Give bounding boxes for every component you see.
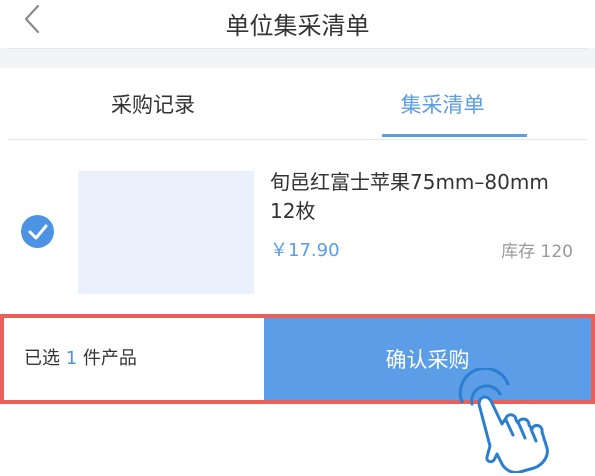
selected-count: 1: [65, 348, 78, 369]
nav-bar: 单位集采清单: [0, 0, 595, 48]
product-price: ￥17.90: [270, 240, 340, 261]
tab-group-purchase-list[interactable]: 集采清单: [298, 68, 587, 140]
product-name[interactable]: 旬邑红富士苹果75mm–80mm 12枚: [270, 168, 590, 226]
checkmark-icon: [28, 224, 47, 239]
product-stock: 库存 120: [501, 237, 573, 262]
header-divider-band: [0, 48, 595, 68]
selected-suffix: 件产品: [82, 348, 137, 369]
tap-hand-icon: [458, 368, 549, 473]
product-name-line2: 12枚: [270, 199, 316, 223]
tab-purchase-records[interactable]: 采购记录: [8, 68, 298, 140]
product-name-line1: 旬邑红富士苹果75mm–80mm: [270, 170, 549, 194]
page-title: 单位集采清单: [225, 12, 370, 40]
item-checkbox[interactable]: [21, 215, 54, 248]
product-image[interactable]: [78, 171, 254, 294]
selected-prefix: 已选: [24, 348, 60, 369]
tab-bar: 采购记录 集采清单: [8, 68, 587, 140]
selected-summary: 已选 1 件产品: [24, 344, 137, 370]
active-tab-indicator: [382, 134, 527, 137]
stock-label: 库存: [501, 242, 536, 262]
header-divider-line: [8, 48, 587, 49]
stock-value: 120: [540, 242, 573, 262]
